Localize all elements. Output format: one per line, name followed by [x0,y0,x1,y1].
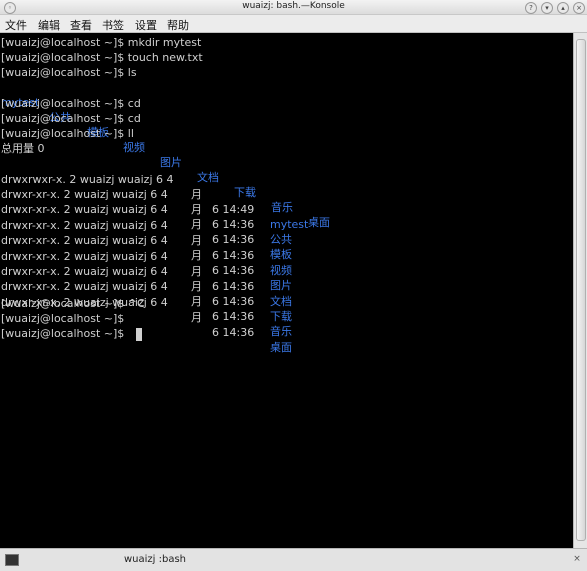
listing-name: 视频 [270,264,292,277]
listing-name: 音乐 [270,325,292,338]
terminal-area[interactable]: [wuaizj@localhost ~]$ mkdir mytest [wuai… [0,33,573,548]
prompt: [wuaizj@localhost ~]$ [1,97,125,110]
ls-entry: 桌面 [308,216,330,229]
ls-entry: 视频 [123,141,145,154]
terminal-icon[interactable] [5,554,19,566]
listing-name: 文档 [270,295,292,308]
listing-perm: drwxr-xr-x. 2 wuaizj wuaizj 6 4 [1,250,168,263]
listing-perm: drwxr-xr-x. 2 wuaizj wuaizj 6 4 [1,219,168,232]
command: cd [127,112,141,125]
listing-perm: drwxrwxr-x. 2 wuaizj wuaizj 6 4 [1,173,174,186]
listing-row: drwxr-xr-x. 2 wuaizj wuaizj 6 4 月 6 14:3… [1,280,292,354]
terminal-line: [wuaizj@localhost ~]$ [1,311,124,326]
prompt: [wuaizj@localhost ~]$ [1,327,125,340]
listing-name: 下载 [270,310,292,323]
minimize-icon[interactable]: ▾ [541,2,553,14]
listing-month: 月 [191,295,202,308]
ls-entry: 下载 [234,186,256,199]
menu-bookmarks[interactable]: 书签 [102,17,124,33]
listing-row: drwxr-xr-x. 2 wuaizj wuaizj 6 4 月 6 14:3… [1,234,292,308]
prompt: [wuaizj@localhost ~]$ [1,36,125,49]
ls-output-line: mytest 公共 模板 视频 图片 文档 下载 音乐 桌面 [1,80,330,229]
listing-time: 6 14:36 [212,233,255,246]
prompt: [wuaizj@localhost ~]$ [1,127,125,140]
listing-month: 月 [191,203,202,216]
prompt: [wuaizj@localhost ~]$ [1,112,125,125]
listing-row: drwxrwxr-x. 2 wuaizj wuaizj 6 4 月 6 14:4… [1,157,308,231]
listing-time: 6 14:36 [212,295,255,308]
prompt: [wuaizj@localhost ~]$ [1,66,125,79]
listing-perm: drwxr-xr-x. 2 wuaizj wuaizj 6 4 [1,188,168,201]
terminal-line: [wuaizj@localhost ~]$ mkdir mytest [1,35,201,50]
ls-entry: 音乐 [271,201,293,214]
listing-month: 月 [191,265,202,278]
maximize-icon[interactable]: ▴ [557,2,569,14]
listing-name: 图片 [270,279,292,292]
prompt: [wuaizj@localhost ~]$ [1,297,125,310]
prompt: [wuaizj@localhost ~]$ [1,51,125,64]
window-title: wuaizj: bash.—Konsole [242,1,345,11]
listing-row: drwxr-xr-x. 2 wuaizj wuaizj 6 4 月 6 14:3… [1,172,292,246]
menu-edit[interactable]: 编辑 [38,17,60,33]
command: touch new.txt [127,51,203,64]
tab-bar: wuaizj :bash × [0,548,587,571]
text-cursor [136,328,142,341]
listing-row: drwxr-xr-x. 2 wuaizj wuaizj 6 4 月 6 14:3… [1,187,292,261]
ls-entry: 图片 [160,156,182,169]
listing-perm: drwxr-xr-x. 2 wuaizj wuaizj 6 4 [1,203,168,216]
listing-name: 公共 [270,233,292,246]
command: ls [127,66,137,79]
listing-name: mytest [270,218,309,231]
listing-time: 6 14:49 [212,203,255,216]
menu-settings[interactable]: 设置 [135,17,157,33]
terminal-line: [wuaizj@localhost ~]$ [1,326,124,341]
command: ll [127,127,134,140]
listing-row: drwxr-xr-x. 2 wuaizj wuaizj 6 4 月 6 14:3… [1,264,292,338]
scrollbar-thumb[interactable] [576,39,586,541]
tab-session[interactable]: wuaizj :bash [124,554,186,565]
prompt: [wuaizj@localhost ~]$ [1,312,125,325]
listing-time: 6 14:36 [212,218,255,231]
listing-month: 月 [191,311,202,324]
listing-row: drwxr-xr-x. 2 wuaizj wuaizj 6 4 月 6 14:3… [1,218,292,292]
menu-file[interactable]: 文件 [5,17,27,33]
terminal-line: [wuaizj@localhost ~]$ ll [1,126,134,141]
listing-name: 桌面 [270,341,292,354]
terminal-line: [wuaizj@localhost ~]$ ^C [1,296,145,311]
listing-row: drwxr-xr-x. 2 wuaizj wuaizj 6 4 月 6 14:3… [1,249,292,323]
listing-row: drwxr-xr-x. 2 wuaizj wuaizj 6 4 月 6 14:3… [1,203,292,277]
listing-perm: drwxr-xr-x. 2 wuaizj wuaizj 6 4 [1,265,168,278]
ls-entry: 文档 [197,171,219,184]
menu-view[interactable]: 查看 [70,17,92,33]
listing-time: 6 14:36 [212,326,255,339]
listing-perm: drwxr-xr-x. 2 wuaizj wuaizj 6 4 [1,234,168,247]
help-icon[interactable]: ? [525,2,537,14]
listing-name: 模板 [270,248,292,261]
close-icon[interactable]: × [573,2,585,14]
terminal-line: [wuaizj@localhost ~]$ cd [1,111,141,126]
listing-time: 6 14:36 [212,280,255,293]
listing-time: 6 14:36 [212,264,255,277]
command: cd [127,97,141,110]
listing-month: 月 [191,188,202,201]
menu-help[interactable]: 帮助 [167,17,189,33]
terminal-line: [wuaizj@localhost ~]$ cd [1,96,141,111]
menu-bar: 文件 编辑 查看 书签 设置 帮助 [0,15,587,33]
listing-month: 月 [191,234,202,247]
close-tab-icon[interactable]: × [571,553,583,565]
window-titlebar: ◦ wuaizj: bash.—Konsole ? ▾ ▴ × [0,0,587,15]
listing-time: 6 14:36 [212,249,255,262]
listing-time: 6 14:36 [212,310,255,323]
vertical-scrollbar[interactable] [573,33,587,548]
terminal-line: [wuaizj@localhost ~]$ touch new.txt [1,50,203,65]
listing-perm: drwxr-xr-x. 2 wuaizj wuaizj 6 4 [1,280,168,293]
listing-month: 月 [191,218,202,231]
total-line: 总用量 0 [1,142,45,155]
listing-month: 月 [191,280,202,293]
listing-month: 月 [191,249,202,262]
command: ^C [127,297,145,310]
command: mkdir mytest [127,36,202,49]
terminal-line: [wuaizj@localhost ~]$ ls [1,65,137,80]
